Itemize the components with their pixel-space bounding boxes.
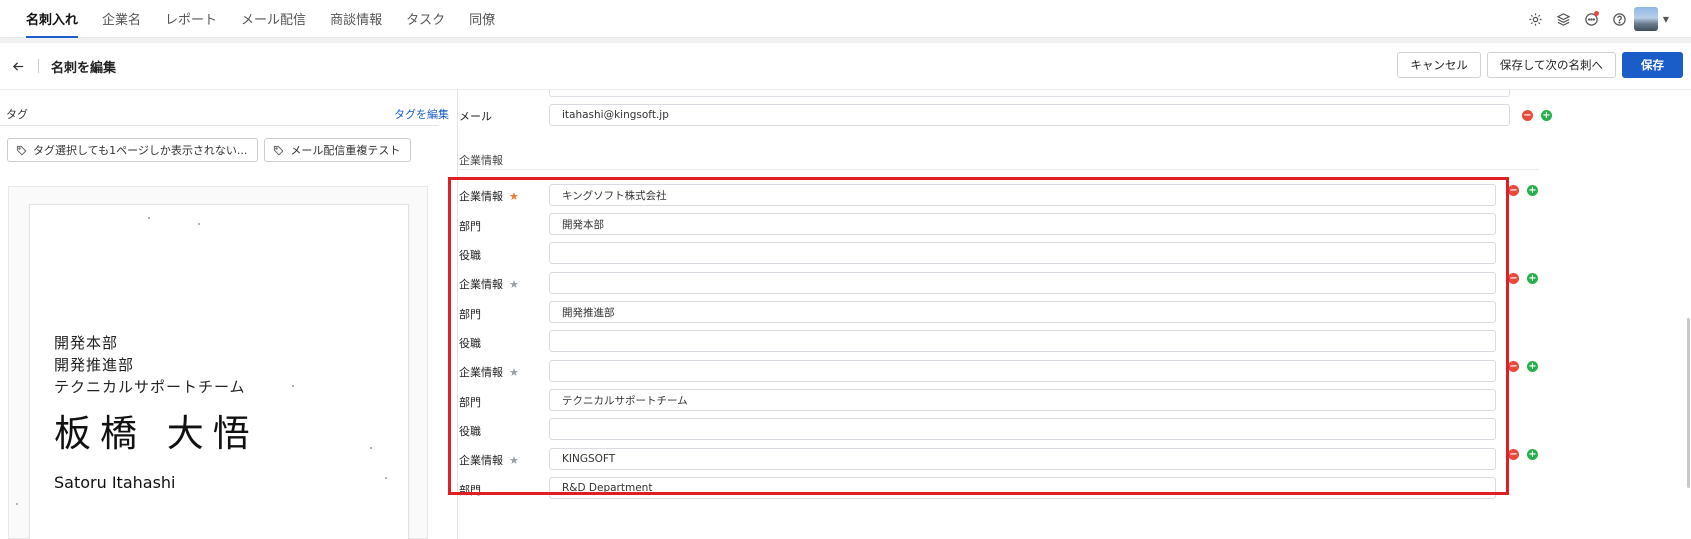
speck: [16, 503, 18, 505]
title-field[interactable]: [549, 242, 1496, 264]
gear-icon[interactable]: [1521, 0, 1549, 38]
layers-icon[interactable]: [1549, 0, 1577, 38]
section-title: 企業情報: [459, 154, 503, 167]
cancel-button[interactable]: キャンセル: [1397, 52, 1481, 78]
add-company-button[interactable]: +: [1527, 273, 1538, 284]
save-next-button[interactable]: 保存して次の名刺へ: [1486, 52, 1616, 78]
email-label: メール: [459, 110, 492, 123]
department-label: 部門: [459, 484, 481, 497]
card-text-line: テクニカルサポートチーム: [54, 378, 246, 396]
section-divider: [459, 169, 1539, 170]
tag-label: タグ: [6, 108, 28, 121]
title-field[interactable]: [549, 330, 1496, 352]
remove-company-button[interactable]: −: [1508, 185, 1519, 196]
card-name: 板橋 大悟: [54, 412, 259, 455]
user-menu[interactable]: ▼: [1633, 7, 1669, 31]
title-field[interactable]: [549, 418, 1496, 440]
remove-company-button[interactable]: −: [1508, 449, 1519, 460]
department-field[interactable]: テクニカルサポートチーム: [549, 389, 1496, 411]
speck: [370, 447, 372, 449]
company-label: 企業情報 ★: [459, 452, 519, 468]
speck: [198, 223, 200, 225]
edit-tags-link[interactable]: タグを編集: [394, 106, 449, 122]
tag-chip-label: メール配信重複テスト: [290, 144, 401, 157]
avatar[interactable]: [1633, 7, 1658, 31]
nav-tabs: 名刺入れ 企業名 レポート メール配信 商談情報 タスク 同僚: [26, 0, 519, 38]
email-field[interactable]: itahashi@kingsoft.jp: [549, 104, 1510, 126]
nav-tab-reports[interactable]: レポート: [165, 0, 217, 38]
nav-tab-companies[interactable]: 企業名: [102, 0, 141, 38]
company-field[interactable]: [549, 272, 1496, 294]
card-image-viewer: 開発本部 開発推進部 テクニカルサポートチーム 板橋 大悟 Satoru Ita…: [8, 186, 428, 539]
tag-divider: [0, 125, 439, 126]
header-actions: キャンセル 保存して次の名刺へ 保存: [1391, 52, 1683, 78]
add-company-button[interactable]: +: [1527, 361, 1538, 372]
add-company-button[interactable]: +: [1527, 449, 1538, 460]
remove-email-button[interactable]: −: [1522, 110, 1533, 121]
top-nav: 名刺入れ 企業名 レポート メール配信 商談情報 タスク 同僚 ▼: [0, 0, 1691, 38]
scrollbar-thumb[interactable]: [1687, 318, 1690, 488]
star-icon[interactable]: ★: [509, 278, 519, 291]
department-label: 部門: [459, 396, 481, 409]
company-label: 企業情報 ★: [459, 364, 519, 380]
scrollbar[interactable]: [1685, 90, 1691, 539]
department-label: 部門: [459, 220, 481, 233]
company-field[interactable]: [549, 360, 1496, 382]
tag-chip[interactable]: メール配信重複テスト: [264, 138, 412, 162]
company-label-text: 企業情報: [459, 454, 503, 467]
department-label: 部門: [459, 308, 481, 321]
left-pane: タグ タグを編集 タグ選択しても1ページしか表示されない... メール配信重複テ…: [0, 90, 458, 539]
page-title: 名刺を編集: [51, 60, 117, 76]
card-text-line: 開発推進部: [54, 356, 135, 374]
back-arrow-icon[interactable]: [8, 56, 28, 76]
company-label-text: 企業情報: [459, 190, 503, 203]
title-label: 役職: [459, 425, 481, 438]
star-icon[interactable]: ★: [509, 454, 519, 467]
speck: [292, 385, 294, 387]
chat-icon[interactable]: [1577, 0, 1605, 38]
department-field[interactable]: R&D Department: [549, 477, 1496, 499]
tag-chip-label: タグ選択しても1ページしか表示されない...: [33, 144, 248, 157]
remove-company-button[interactable]: −: [1508, 361, 1519, 372]
card-roman-name: Satoru Itahashi: [54, 473, 176, 492]
caret-down-icon[interactable]: ▼: [1663, 15, 1669, 24]
title-label: 役職: [459, 337, 481, 350]
company-label-text: 企業情報: [459, 366, 503, 379]
company-field[interactable]: KINGSOFT: [549, 448, 1496, 470]
add-company-button[interactable]: +: [1527, 185, 1538, 196]
title-label: 役職: [459, 249, 481, 262]
tag-list: タグ選択しても1ページしか表示されない... メール配信重複テスト: [7, 138, 417, 162]
save-button[interactable]: 保存: [1622, 52, 1683, 78]
company-label-text: 企業情報: [459, 278, 503, 291]
add-email-button[interactable]: +: [1541, 110, 1552, 121]
business-card-image: 開発本部 開発推進部 テクニカルサポートチーム 板橋 大悟 Satoru Ita…: [16, 204, 409, 539]
right-pane: メール itahashi@kingsoft.jp − + 企業情報 企業情報 ★…: [459, 90, 1691, 539]
tag-chip[interactable]: タグ選択しても1ページしか表示されない...: [7, 138, 259, 162]
nav-tab-cards[interactable]: 名刺入れ: [26, 0, 79, 38]
tag-icon: [16, 145, 27, 156]
department-field[interactable]: 開発本部: [549, 213, 1496, 235]
primary-star-icon[interactable]: ★: [509, 190, 519, 203]
field-stub: [549, 90, 1510, 97]
nav-tab-deals[interactable]: 商談情報: [330, 0, 382, 38]
speck: [385, 477, 387, 479]
help-icon[interactable]: [1605, 0, 1633, 38]
tag-icon: [274, 145, 284, 156]
company-label: 企業情報 ★: [459, 188, 519, 204]
notification-dot: [1594, 11, 1599, 16]
department-field[interactable]: 開発推進部: [549, 301, 1496, 323]
speck: [148, 217, 150, 219]
company-label: 企業情報 ★: [459, 276, 519, 292]
card-text-line: 開発本部: [54, 334, 119, 352]
nav-icons: [1521, 0, 1633, 38]
header-separator: [38, 59, 39, 73]
nav-tab-mail[interactable]: メール配信: [241, 0, 306, 38]
nav-tab-colleagues[interactable]: 同僚: [469, 0, 495, 38]
company-field[interactable]: キングソフト株式会社: [549, 184, 1496, 206]
remove-company-button[interactable]: −: [1508, 273, 1519, 284]
nav-tab-tasks[interactable]: タスク: [406, 0, 445, 38]
page-header: 名刺を編集 キャンセル 保存して次の名刺へ 保存: [0, 43, 1691, 90]
star-icon[interactable]: ★: [509, 366, 519, 379]
